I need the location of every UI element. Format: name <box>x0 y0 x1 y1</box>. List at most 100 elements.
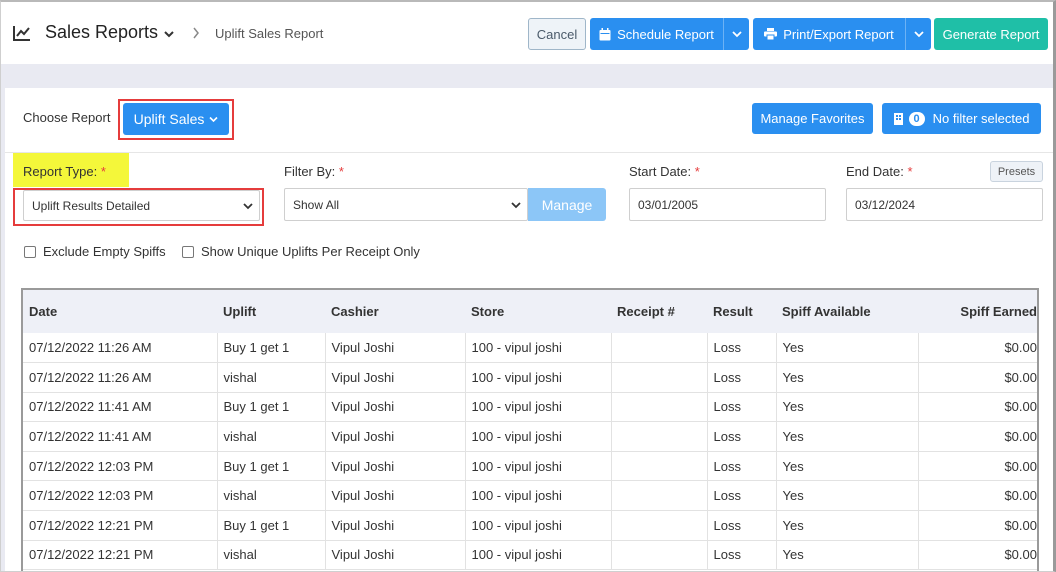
filter-status-label: No filter selected <box>932 111 1030 126</box>
table-row[interactable]: 07/12/2022 11:41 AM vishal Vipul Joshi 100 … <box>23 421 1037 452</box>
table-cell <box>611 362 708 393</box>
table-cell: Yes <box>776 421 919 452</box>
page-header: Sales Reports Uplift Sales Report Cancel… <box>1 2 1053 64</box>
column-header[interactable]: Result <box>707 290 776 333</box>
results-table: Date Uplift Cashier Store Receipt # Result Spi… <box>23 290 1037 571</box>
table-cell <box>611 540 708 571</box>
table-cell <box>611 451 708 482</box>
header-divider-band <box>5 64 1053 88</box>
report-type-select[interactable]: Uplift Results Detailed <box>23 190 260 221</box>
table-cell: Yes <box>776 362 919 393</box>
exclude-empty-spiffs-checkbox[interactable]: Exclude Empty Spiffs <box>24 244 166 259</box>
end-date-label: End Date: * <box>846 164 913 179</box>
table-cell: $0.00 <box>918 451 1037 482</box>
table-cell: $0.00 <box>918 362 1037 393</box>
filter-by-label: Filter By: * <box>284 164 344 179</box>
table-cell: 07/12/2022 11:26 AM <box>23 362 218 393</box>
required-mark: * <box>694 164 700 179</box>
column-header[interactable]: Cashier <box>325 290 465 333</box>
table-cell: $0.00 <box>918 421 1037 452</box>
table-row[interactable]: 07/12/2022 12:03 PM vishal Vipul Joshi 100 … <box>23 480 1037 512</box>
unique-uplifts-checkbox[interactable]: Show Unique Uplifts Per Receipt Only <box>182 244 420 259</box>
required-mark: * <box>100 164 106 179</box>
uplift-sales-dropdown[interactable]: Uplift Sales <box>123 103 229 135</box>
column-header[interactable]: Spiff Earned <box>918 290 1037 333</box>
column-header[interactable]: Spiff Available <box>776 290 918 333</box>
print-export-dropdown[interactable] <box>905 18 931 50</box>
generate-report-button[interactable]: Generate Report <box>934 18 1048 50</box>
printer-icon <box>764 28 778 40</box>
table-cell <box>611 392 708 423</box>
page-title[interactable]: Sales Reports <box>45 22 158 43</box>
report-type-label-text: Report Type: <box>23 164 98 179</box>
column-header[interactable]: Date <box>23 290 217 333</box>
table-row[interactable]: 07/12/2022 11:26 AM Buy 1 get 1 Vipul Josh… <box>23 333 1037 364</box>
table-cell: 07/12/2022 12:03 PM <box>23 480 218 512</box>
column-header[interactable]: Uplift <box>217 290 325 333</box>
results-table-container: Date Uplift Cashier Store Receipt # Result Spi… <box>21 288 1039 571</box>
chevron-down-icon <box>511 202 521 209</box>
table-cell: 07/12/2022 12:03 PM <box>23 451 218 482</box>
table-header-row: Date Uplift Cashier Store Receipt # Result Spi… <box>23 290 1037 333</box>
start-date-input[interactable]: 03/01/2005 <box>629 188 826 221</box>
filter-by-label-text: Filter By: <box>284 164 336 179</box>
checkbox-box[interactable] <box>24 245 36 258</box>
table-cell: $0.00 <box>918 540 1037 571</box>
table-row[interactable]: 07/12/2022 12:21 PM vishal Vipul Joshi 100 … <box>23 540 1037 571</box>
table-cell: Loss <box>707 480 777 512</box>
start-date-label: Start Date: * <box>629 164 700 179</box>
section-divider <box>5 152 1053 153</box>
table-cell: Loss <box>707 510 777 541</box>
table-row[interactable]: 07/12/2022 11:41 AM Buy 1 get 1 Vipul Josh… <box>23 392 1037 423</box>
table-cell: 100 - vipul joshi <box>465 540 612 571</box>
table-row[interactable]: 07/12/2022 12:03 PM Buy 1 get 1 Vipul Josh… <box>23 451 1037 482</box>
table-cell: Buy 1 get 1 <box>217 510 326 541</box>
end-date-value: 03/12/2024 <box>855 197 916 212</box>
manage-favorites-button[interactable]: Manage Favorites <box>752 103 873 134</box>
table-cell: Loss <box>707 421 777 452</box>
cancel-button[interactable]: Cancel <box>528 18 586 50</box>
table-cell <box>611 510 708 541</box>
table-row[interactable]: 07/12/2022 11:26 AM vishal Vipul Joshi 100 … <box>23 362 1037 393</box>
table-cell <box>611 333 708 364</box>
filter-status-button[interactable]: 0 No filter selected <box>882 103 1041 134</box>
chevron-down-icon[interactable] <box>163 28 175 40</box>
uplift-sales-label: Uplift Sales <box>133 111 205 127</box>
table-cell: Loss <box>707 333 777 364</box>
required-mark: * <box>907 164 913 179</box>
table-cell: 07/12/2022 11:41 AM <box>23 421 218 452</box>
column-header[interactable]: Receipt # <box>611 290 707 333</box>
end-date-label-text: End Date: <box>846 164 904 179</box>
column-header[interactable]: Store <box>465 290 611 333</box>
table-cell: vishal <box>217 540 326 571</box>
table-cell: Vipul Joshi <box>325 480 466 512</box>
table-cell: Vipul Joshi <box>325 421 466 452</box>
print-export-button[interactable]: Print/Export Report <box>753 18 905 50</box>
table-cell: $0.00 <box>918 480 1037 512</box>
checkbox-box[interactable] <box>182 245 194 258</box>
schedule-report-button[interactable]: Schedule Report <box>590 18 723 50</box>
table-cell: 07/12/2022 12:21 PM <box>23 510 218 541</box>
start-date-label-text: Start Date: <box>629 164 692 179</box>
table-cell: Yes <box>776 392 919 423</box>
report-type-label: Report Type: * <box>23 164 106 179</box>
schedule-report-dropdown[interactable] <box>723 18 749 50</box>
manage-button[interactable]: Manage <box>528 188 606 221</box>
table-cell: Vipul Joshi <box>325 333 466 364</box>
table-cell: Buy 1 get 1 <box>217 333 326 364</box>
filter-by-select[interactable]: Show All <box>284 188 528 221</box>
table-cell: Loss <box>707 540 777 571</box>
table-cell: Vipul Joshi <box>325 510 466 541</box>
table-body: 07/12/2022 11:26 AM Buy 1 get 1 Vipul Josh… <box>23 333 1037 571</box>
table-cell: Yes <box>776 333 919 364</box>
table-cell: vishal <box>217 362 326 393</box>
table-cell: Loss <box>707 392 777 423</box>
presets-button[interactable]: Presets <box>990 161 1043 182</box>
table-row[interactable]: 07/12/2022 12:21 PM Buy 1 get 1 Vipul Josh… <box>23 510 1037 541</box>
table-cell: 07/12/2022 11:41 AM <box>23 392 218 423</box>
table-cell: vishal <box>217 480 326 512</box>
table-cell: Vipul Joshi <box>325 362 466 393</box>
end-date-input[interactable]: 03/12/2024 <box>846 188 1043 221</box>
table-cell: $0.00 <box>918 510 1037 541</box>
building-icon <box>893 112 903 125</box>
